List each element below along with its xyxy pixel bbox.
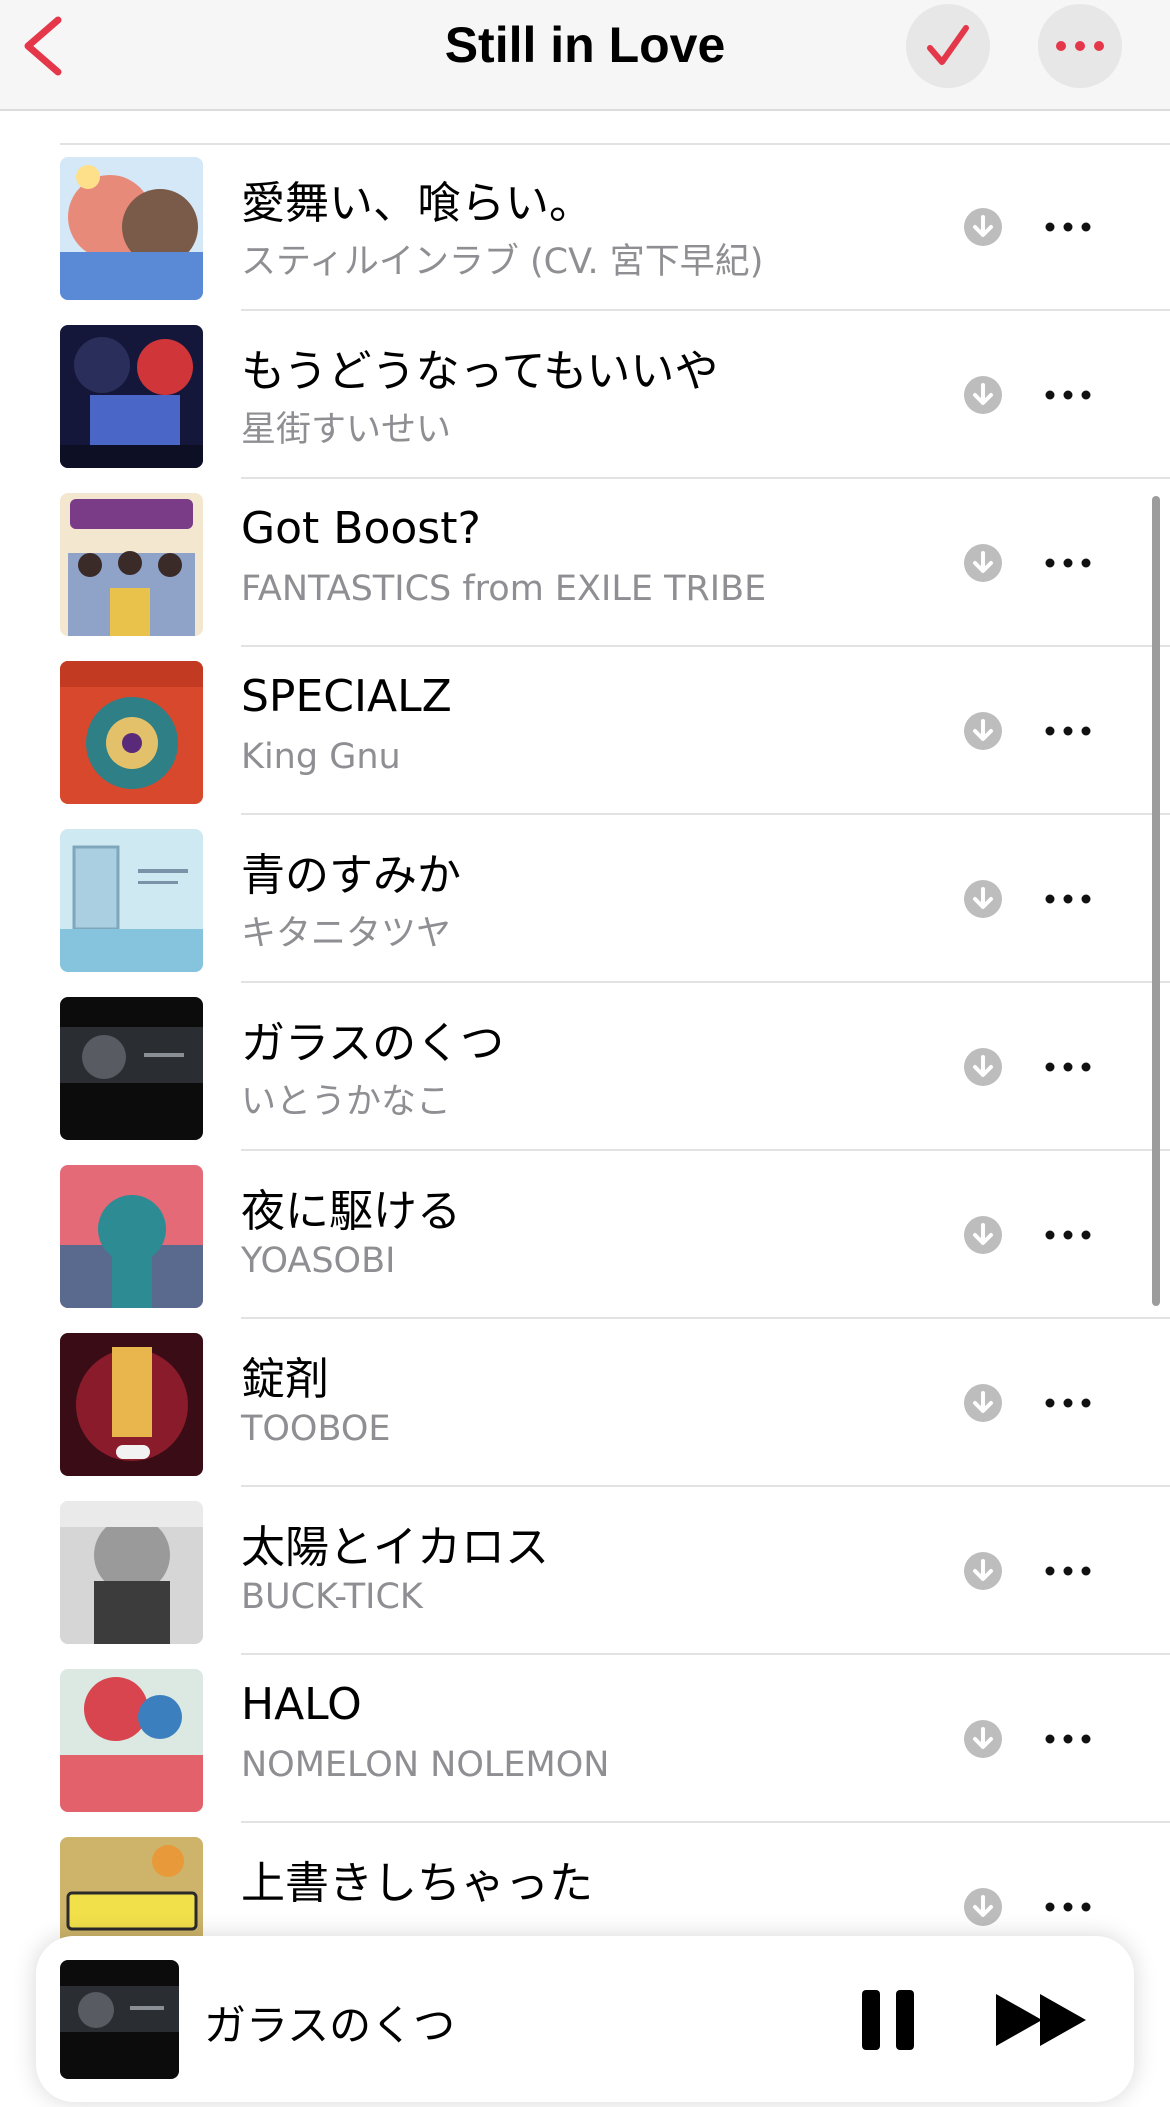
song-title: 太陽とイカロス: [241, 1522, 549, 1573]
song-row[interactable]: 愛舞い、喰らい。 スティルインラブ (CV. 宮下早紀): [0, 143, 1170, 311]
song-more-button[interactable]: [1040, 1551, 1096, 1591]
album-art: [60, 661, 203, 804]
song-row[interactable]: ガラスのくつ いとうかなこ: [0, 983, 1170, 1151]
song-artist: いとうかなこ: [241, 1082, 452, 1122]
ellipsis-icon: [1056, 41, 1104, 51]
song-title: Got Boost?: [241, 503, 481, 554]
download-icon[interactable]: [963, 1215, 1003, 1255]
album-art: [60, 997, 203, 1140]
song-title: ガラスのくつ: [241, 1018, 505, 1069]
song-more-button[interactable]: [1040, 543, 1096, 583]
song-title: 上書きしちゃった: [241, 1858, 593, 1909]
download-icon[interactable]: [963, 207, 1003, 247]
album-art: [60, 1165, 203, 1308]
next-track-button[interactable]: [994, 1992, 1090, 2048]
download-icon[interactable]: [963, 711, 1003, 751]
download-icon[interactable]: [963, 1719, 1003, 1759]
ellipsis-icon: [1045, 390, 1091, 400]
ellipsis-icon: [1045, 894, 1091, 904]
album-art: [60, 325, 203, 468]
song-more-button[interactable]: [1040, 879, 1096, 919]
song-title: 錠剤: [241, 1354, 329, 1405]
album-art: [60, 1669, 203, 1812]
song-artist: FANTASTICS from EXILE TRIBE: [241, 569, 767, 609]
song-artist: YOASOBI: [241, 1241, 396, 1281]
pause-button[interactable]: [858, 1988, 918, 2052]
song-row[interactable]: Got Boost? FANTASTICS from EXILE TRIBE: [0, 479, 1170, 647]
song-artist: NOMELON NOLEMON: [241, 1745, 610, 1785]
more-options-button[interactable]: [1038, 4, 1122, 88]
download-icon[interactable]: [963, 543, 1003, 583]
song-more-button[interactable]: [1040, 1887, 1096, 1927]
song-artist: TOOBOE: [241, 1409, 391, 1449]
song-more-button[interactable]: [1040, 1215, 1096, 1255]
album-art: [60, 493, 203, 636]
song-row[interactable]: 錠剤 TOOBOE: [0, 1319, 1170, 1487]
mini-player[interactable]: ガラスのくつ: [36, 1936, 1134, 2102]
pause-icon: [862, 1990, 914, 2050]
song-title: 青のすみか: [241, 850, 461, 901]
nav-bar: Still in Love: [0, 0, 1170, 111]
now-playing-art: [60, 1960, 179, 2079]
download-icon[interactable]: [963, 1383, 1003, 1423]
song-artist: King Gnu: [241, 737, 401, 777]
song-row[interactable]: 太陽とイカロス BUCK-TICK: [0, 1487, 1170, 1655]
song-artist: BUCK-TICK: [241, 1577, 423, 1617]
album-art: [60, 1333, 203, 1476]
song-row[interactable]: もうどうなってもいいや 星街すいせい: [0, 311, 1170, 479]
album-art: [60, 829, 203, 972]
song-artist: 星街すいせい: [241, 410, 452, 450]
download-icon[interactable]: [963, 1887, 1003, 1927]
done-button[interactable]: [906, 4, 990, 88]
ellipsis-icon: [1045, 558, 1091, 568]
song-list: 愛舞い、喰らい。 スティルインラブ (CV. 宮下早紀) もうどうなってもいいや…: [0, 143, 1170, 1991]
song-artist: キタニタツヤ: [241, 914, 452, 954]
song-row[interactable]: 青のすみか キタニタツヤ: [0, 815, 1170, 983]
song-row[interactable]: HALO NOMELON NOLEMON: [0, 1655, 1170, 1823]
checkmark-icon: [927, 25, 969, 65]
now-playing-title: ガラスのくつ: [204, 2001, 456, 2050]
scrollbar-thumb[interactable]: [1152, 496, 1160, 1306]
song-title: SPECIALZ: [241, 671, 452, 722]
ellipsis-icon: [1045, 1398, 1091, 1408]
ellipsis-icon: [1045, 1902, 1091, 1912]
album-art: [60, 157, 203, 300]
ellipsis-icon: [1045, 1230, 1091, 1240]
ellipsis-icon: [1045, 1062, 1091, 1072]
download-icon[interactable]: [963, 375, 1003, 415]
song-row[interactable]: SPECIALZ King Gnu: [0, 647, 1170, 815]
song-row[interactable]: 夜に駆ける YOASOBI: [0, 1151, 1170, 1319]
page-title: Still in Love: [444, 17, 726, 73]
song-title: もうどうなってもいいや: [241, 346, 719, 397]
ellipsis-icon: [1045, 1566, 1091, 1576]
song-title: 夜に駆ける: [241, 1186, 461, 1237]
song-artist: スティルインラブ (CV. 宮下早紀): [241, 242, 764, 282]
song-more-button[interactable]: [1040, 375, 1096, 415]
song-title: 愛舞い、喰らい。: [241, 178, 593, 229]
song-title: HALO: [241, 1679, 362, 1730]
ellipsis-icon: [1045, 1734, 1091, 1744]
song-more-button[interactable]: [1040, 1383, 1096, 1423]
song-more-button[interactable]: [1040, 1719, 1096, 1759]
forward-icon: [996, 1994, 1086, 2046]
ellipsis-icon: [1045, 726, 1091, 736]
song-more-button[interactable]: [1040, 1047, 1096, 1087]
download-icon[interactable]: [963, 1551, 1003, 1591]
ellipsis-icon: [1045, 222, 1091, 232]
download-icon[interactable]: [963, 879, 1003, 919]
song-more-button[interactable]: [1040, 207, 1096, 247]
download-icon[interactable]: [963, 1047, 1003, 1087]
album-art: [60, 1501, 203, 1644]
song-more-button[interactable]: [1040, 711, 1096, 751]
